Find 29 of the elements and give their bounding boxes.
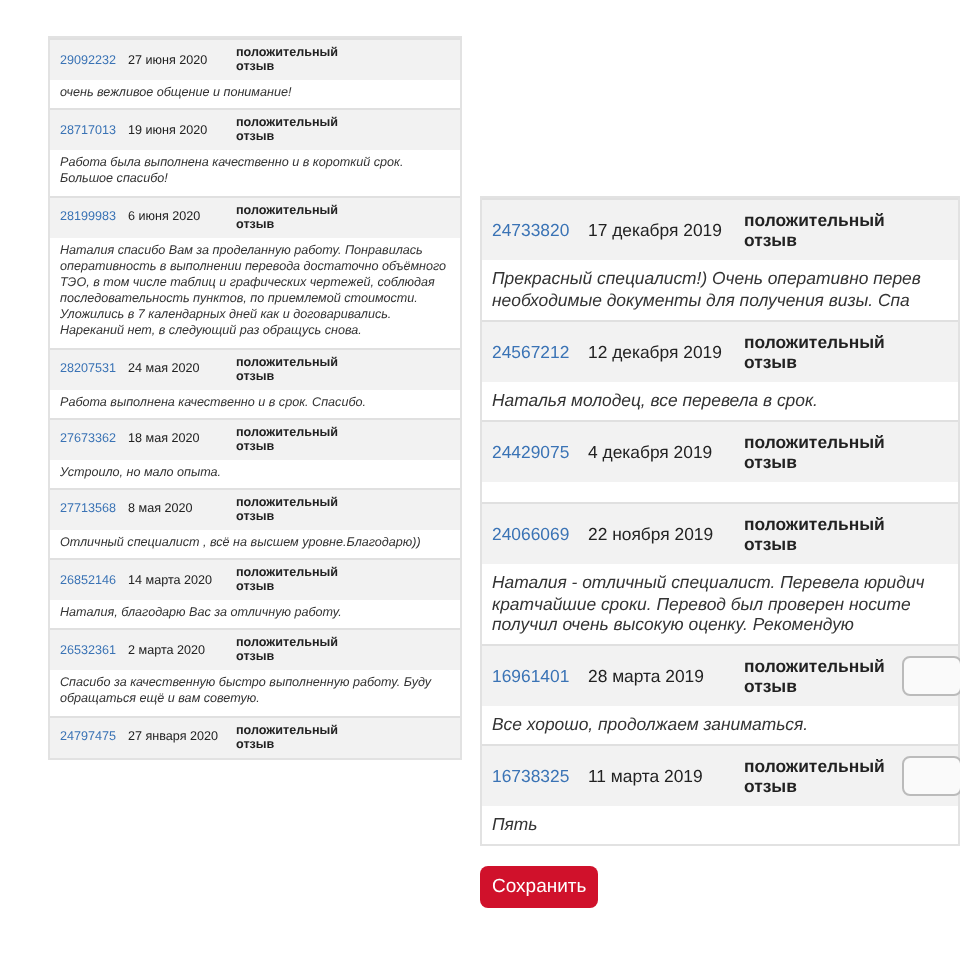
review-date: 22 ноября 2019: [588, 523, 716, 544]
order-link[interactable]: 24066069: [492, 523, 588, 544]
action-button[interactable]: [902, 756, 960, 797]
action-button[interactable]: [902, 656, 960, 697]
review-comment: получил очень высокую оценку. Рекомендую: [492, 614, 856, 637]
review-comment: Наталия - отличный специалист. Перевела юридич: [492, 571, 927, 593]
order-link[interactable]: 24429075: [492, 441, 588, 462]
order-link[interactable]: 24567212: [492, 341, 588, 362]
review-date: 28 марта 2019: [588, 666, 706, 687]
review-verdict: положительный отзыв: [744, 210, 884, 250]
order-link[interactable]: 16961401: [492, 666, 588, 687]
order-link[interactable]: 16738325: [492, 766, 588, 787]
review-comment: Наталья молодец, все перевела в срок.: [492, 389, 820, 412]
review-date: 17 декабря 2019: [588, 220, 724, 240]
review-date: 11 марта 2019: [588, 766, 705, 787]
review-comment: Прекрасный специалист!) Очень оперативно перев: [492, 268, 923, 290]
review-comment: необходимые документы для получения визы. Спа: [492, 289, 912, 312]
review-verdict: положительный отзыв: [744, 513, 884, 554]
review-comment: Пять: [492, 814, 540, 836]
save-button[interactable]: Сохранить: [480, 866, 599, 908]
order-link[interactable]: 24733820: [492, 220, 588, 240]
review-comment: кратчайшие сроки. Перевод был проверен носите: [492, 593, 913, 615]
review-verdict: положительный отзыв: [744, 656, 884, 697]
review-comment: Все хорошо, продолжаем заниматься.: [492, 714, 811, 737]
review-verdict: положительный отзыв: [744, 431, 884, 472]
review-date: 4 декабря 2019: [588, 441, 715, 462]
review-verdict: положительный отзыв: [744, 331, 884, 372]
review-verdict: положительный отзыв: [744, 756, 884, 797]
review-date: 12 декабря 2019: [588, 341, 724, 362]
